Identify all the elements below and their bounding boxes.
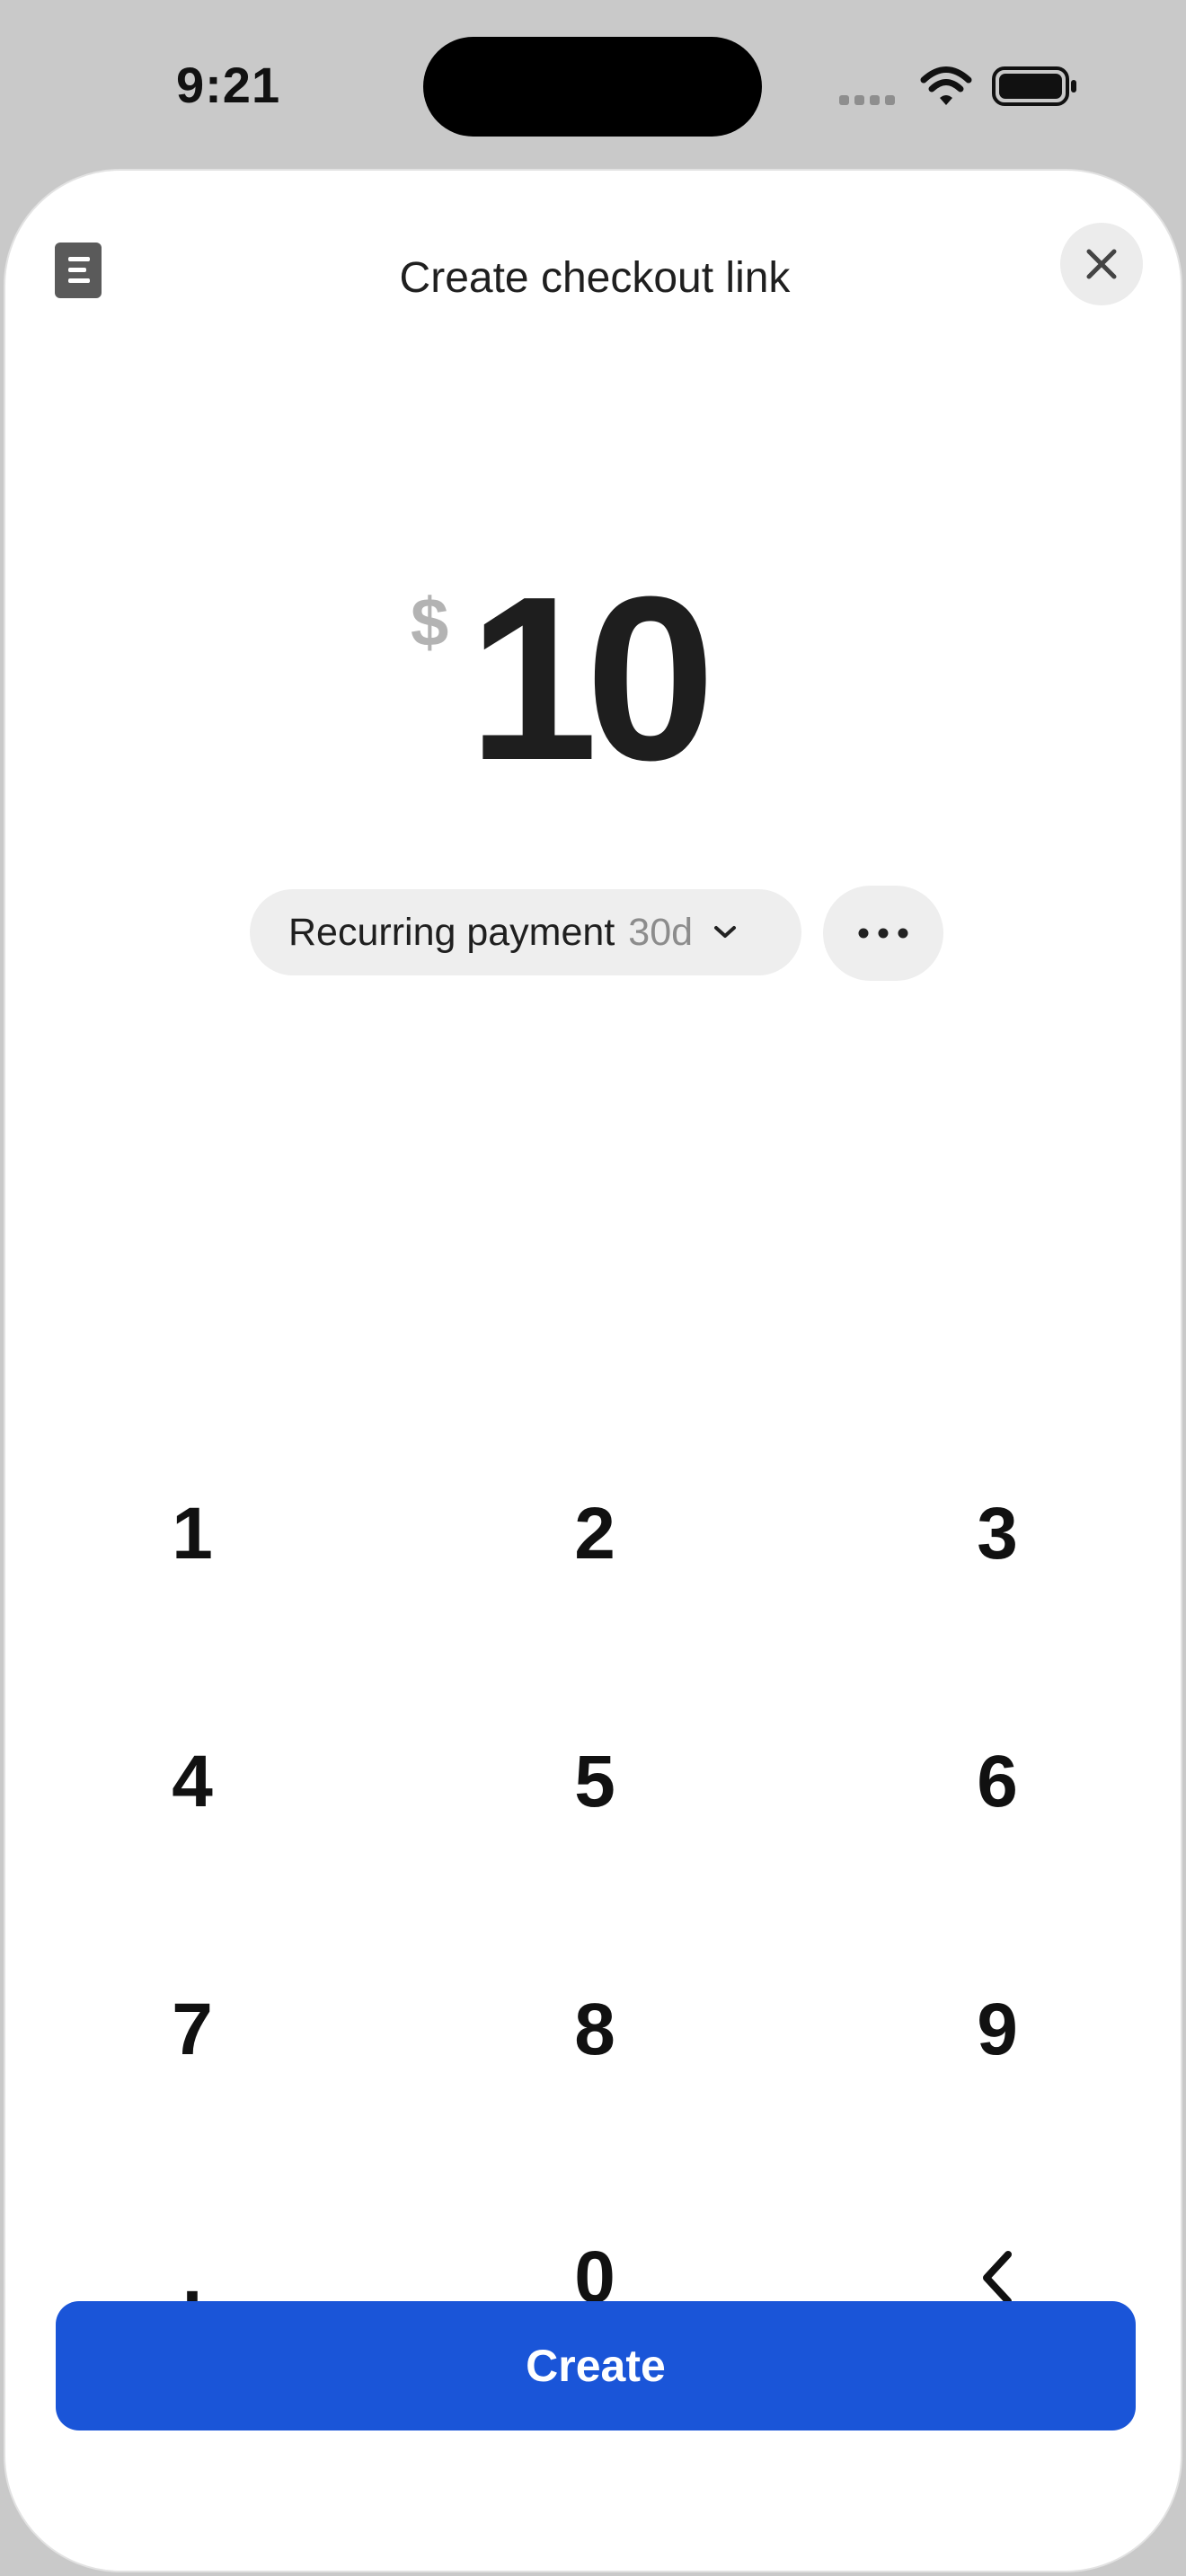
key-2[interactable]: 2 [460,1444,730,1624]
more-options-button[interactable] [823,886,943,981]
currency-symbol: $ [411,585,449,661]
key-4[interactable]: 4 [58,1692,327,1872]
close-button[interactable] [1060,223,1143,305]
signal-icon [839,93,900,106]
wifi-icon [920,66,972,105]
create-button[interactable]: Create [56,2301,1136,2430]
key-1[interactable]: 1 [58,1444,327,1624]
key-5[interactable]: 5 [460,1692,730,1872]
key-6[interactable]: 6 [863,1692,1132,1872]
status-bar: 9:21 [0,0,1186,171]
payment-type-dropdown[interactable]: Recurring payment 30d [250,889,801,975]
key-3[interactable]: 3 [863,1444,1132,1624]
checkout-sheet: Create checkout link $ 10 Recurring paym… [4,169,1182,2572]
status-time: 9:21 [176,57,281,113]
payment-type-label: Recurring payment [288,910,615,954]
key-9[interactable]: 9 [863,1940,1132,2120]
page-title: Create checkout link [399,254,791,302]
chevron-down-icon [714,926,737,938]
close-icon [1086,249,1117,279]
backspace-icon [983,2251,1012,2305]
more-horizontal-icon [858,928,908,939]
amount-value: 10 [468,549,715,809]
key-7[interactable]: 7 [58,1940,327,2120]
payment-interval: 30d [628,910,694,954]
amount-display: $ 10 [5,562,1184,799]
dynamic-island [423,37,762,137]
battery-icon [992,66,1076,106]
key-8[interactable]: 8 [460,1940,730,2120]
